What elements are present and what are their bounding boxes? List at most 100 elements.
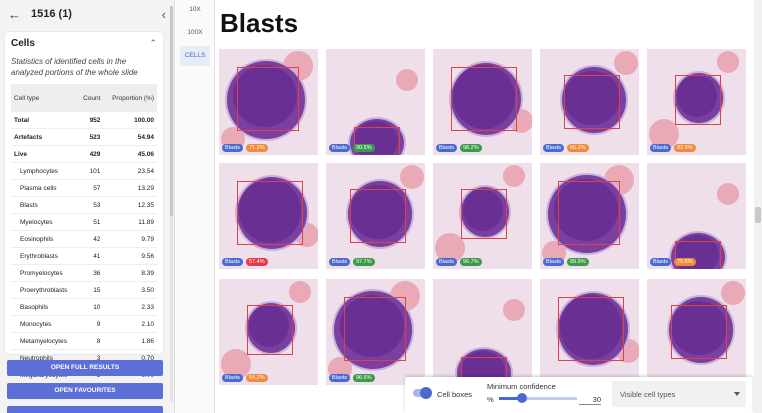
cells-card-header[interactable]: Cells ⌃ [5,32,163,49]
cell-type: Promyelocytes [11,264,78,282]
red-blood-cell [614,51,638,75]
cell-type-chip: Blasts [329,144,350,152]
cells-card-title: Cells [11,38,35,49]
tab-cells[interactable]: CELLS [180,46,210,66]
red-blood-cell [400,165,424,189]
min-confidence-slider[interactable] [499,393,577,403]
table-row: Plasma cells 57 13.29 [11,179,157,197]
chevron-up-icon[interactable]: ⌃ [149,38,157,49]
confidence-chip: 96.7% [460,258,482,266]
table-row: Total 952 100.00 [11,112,157,129]
tab-100x[interactable]: 100X [180,23,210,43]
percent-symbol: % [487,395,494,404]
cell-type-chip: Blasts [436,144,457,152]
cell-type: Artefacts [11,128,78,146]
detection-box [451,67,517,131]
table-row: Myelocytes 51 11.89 [11,213,157,231]
sidebar-button-partial[interactable] [7,406,163,413]
back-arrow-icon[interactable]: ← [8,7,21,22]
slider-handle[interactable] [517,393,528,403]
open-favourites-button[interactable]: OPEN FAVOURITES [7,383,163,399]
cell-tile[interactable] [433,279,532,385]
visible-cell-types-select[interactable]: Visible cell types [612,381,746,407]
cell-type: Erythroblasts [11,247,78,265]
table-row: Artefacts 523 54.94 [11,128,157,146]
confidence-chip: 57.4% [246,258,268,266]
table-row: Live 429 45.06 [11,145,157,163]
confidence-chip: 83.9% [674,144,696,152]
min-confidence-value[interactable]: 30 [579,395,601,405]
cells-description: Statistics of identified cells in the an… [11,57,138,77]
cell-proportion: 8.39 [103,264,157,282]
cell-proportion: 3.50 [103,281,157,299]
cell-type-chip: Blasts [222,258,243,266]
cell-type-chip: Blasts [543,258,564,266]
cell-count: 952 [77,112,104,129]
sidebar-scroll-thumb[interactable] [170,6,173,216]
cells-card: Cells ⌃ Statistics of identified cells i… [5,32,163,384]
confidence-chip: 90.5% [353,144,375,152]
min-confidence-label: Minimum confidence [487,382,556,391]
cell-type-chip: Blasts [329,374,350,382]
detection-box [461,189,507,239]
table-row: Lymphocytes 101 23.54 [11,162,157,180]
cell-proportion: 1.86 [103,332,157,350]
cell-count: 101 [77,162,104,180]
cell-tile[interactable]: Blasts 89.9% [540,163,639,269]
cell-type: Lymphocytes [11,162,78,180]
detection-box [247,305,293,355]
confidence-chip: 98.2% [460,144,482,152]
detection-box [675,75,721,125]
sidebar-header: ← 1516 (1) ‹ [0,0,174,28]
cell-tile[interactable]: Blasts 98.2% [433,49,532,155]
cell-type: Blasts [11,196,78,214]
confidence-chip: 64.2% [246,374,268,382]
cell-tile[interactable]: Blasts 57.4% [219,163,318,269]
cell-type: Monocytes [11,315,78,333]
cell-tile[interactable]: Blasts 90.5% [326,49,425,155]
cell-count: 41 [77,247,104,265]
red-blood-cell [396,69,418,91]
toggle-knob[interactable] [420,387,432,399]
table-row: Metamyelocytes 8 1.86 [11,332,157,350]
chevron-left-icon[interactable]: ‹ [162,7,166,22]
table-row: Eosinophils 42 9.79 [11,230,157,248]
cell-tile[interactable]: Blasts 71.2% [219,49,318,155]
cell-type: Plasma cells [11,179,78,197]
cell-proportion: 23.54 [103,162,157,180]
cell-tile[interactable]: Blasts 96.6% [326,279,425,385]
cell-tile[interactable]: Blasts 65.2% [540,49,639,155]
cell-type-chip: Blasts [222,144,243,152]
cell-boxes-toggle[interactable] [413,387,432,399]
cell-tile[interactable] [647,279,746,385]
page-scroll-thumb[interactable] [755,207,761,223]
sidebar-scrollbar[interactable] [170,6,173,401]
open-full-results-button[interactable]: OPEN FULL RESULTS [7,360,163,376]
cell-type: Proerythroblasts [11,281,78,299]
red-blood-cell [721,281,745,305]
cell-proportion: 2.33 [103,298,157,316]
cell-type-chip: Blasts [222,374,243,382]
cell-tile[interactable]: Blasts 64.2% [219,279,318,385]
cell-type: Live [11,145,78,163]
cell-tile[interactable]: Blasts 96.7% [433,163,532,269]
red-blood-cell [503,165,525,187]
cell-tile[interactable]: Blasts 83.9% [647,49,746,155]
cell-tile[interactable] [540,279,639,385]
table-row: Basophils 10 2.33 [11,298,157,316]
cell-type-chip: Blasts [650,144,671,152]
cell-proportion: 100.00 [103,112,157,129]
cell-tile[interactable]: Blasts 97.7% [326,163,425,269]
cell-count: 57 [77,179,104,197]
cell-proportion: 54.94 [103,128,157,146]
tab-10x[interactable]: 10X [180,0,210,20]
detection-box [350,189,406,243]
cell-type-chip: Blasts [650,258,671,266]
cell-type: Myelocytes [11,213,78,231]
cell-count: 53 [77,196,104,214]
cell-type: Basophils [11,298,78,316]
cell-tile[interactable]: Blasts 75.6% [647,163,746,269]
page-scrollbar[interactable] [754,0,762,413]
confidence-chip: 89.9% [567,258,589,266]
confidence-chip: 75.6% [674,258,696,266]
